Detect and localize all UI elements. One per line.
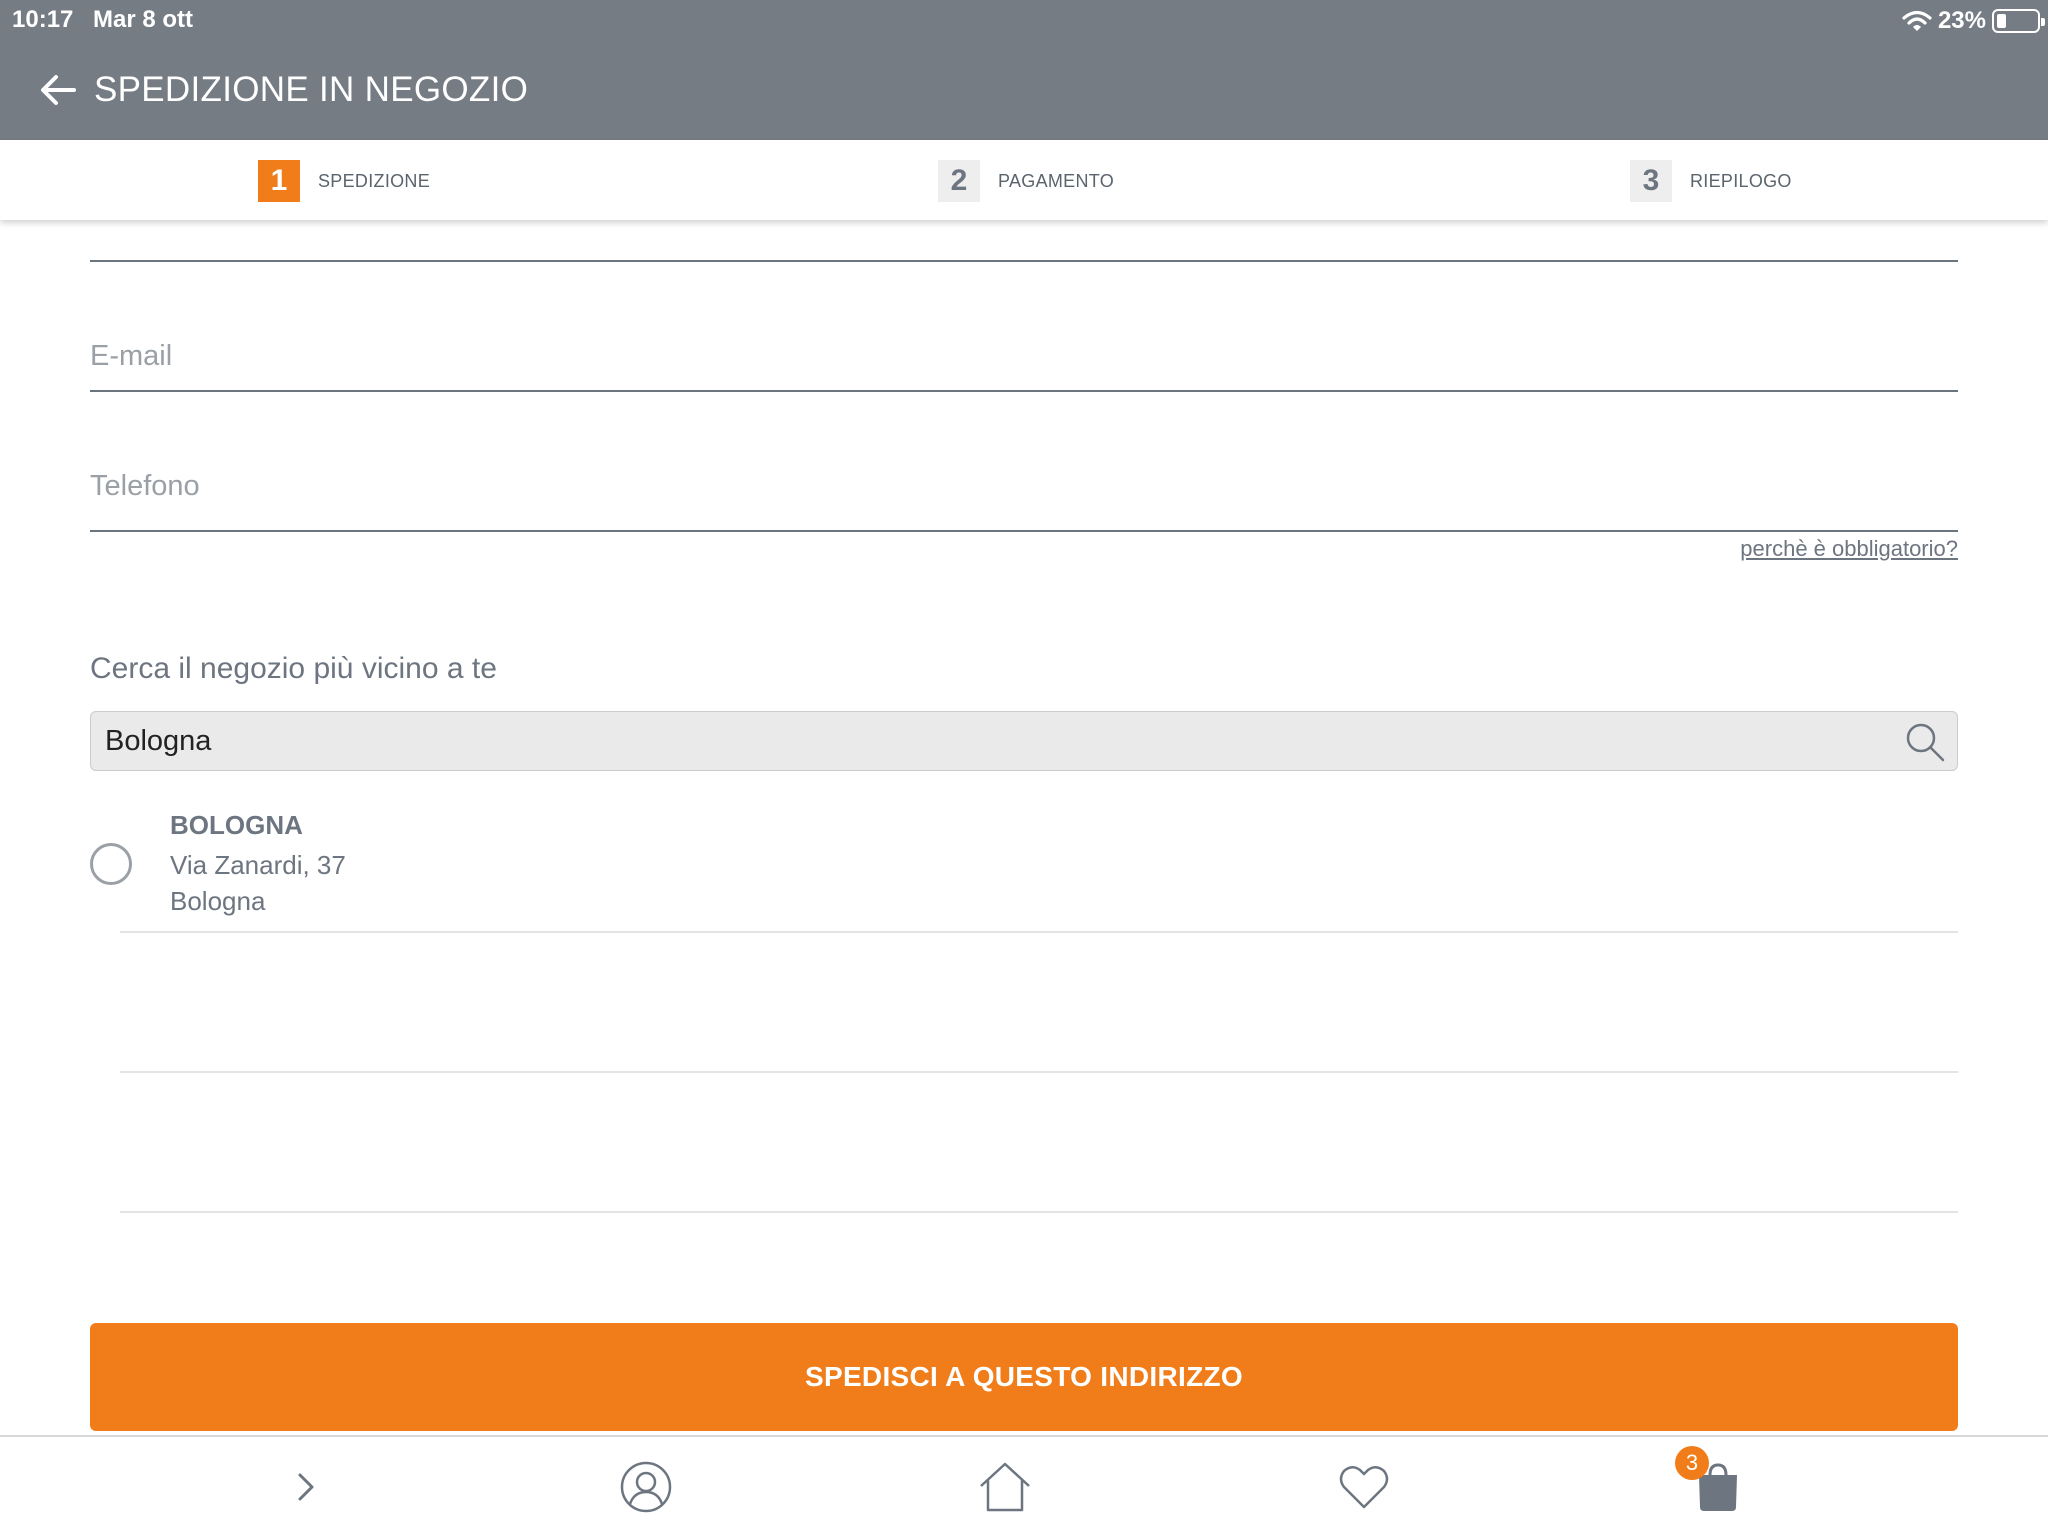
email-field[interactable]: E-mail bbox=[90, 310, 1958, 392]
step-number: 2 bbox=[938, 160, 980, 202]
why-required-link[interactable]: perchè è obbligatorio? bbox=[1740, 536, 1958, 562]
step-shipping[interactable]: 1 SPEDIZIONE bbox=[258, 160, 430, 202]
back-button[interactable] bbox=[36, 68, 80, 112]
store-name: BOLOGNA bbox=[170, 810, 303, 840]
store-address: Via Zanardi, 37 bbox=[170, 850, 346, 880]
home-icon bbox=[980, 1462, 1030, 1511]
wifi-icon bbox=[1902, 10, 1932, 31]
checkout-steps: 1 SPEDIZIONE 2 PAGAMENTO 3 RIEPILOGO bbox=[0, 140, 2048, 220]
previous-field[interactable] bbox=[90, 220, 1958, 262]
heart-icon bbox=[1339, 1465, 1389, 1508]
tab-menu[interactable] bbox=[260, 1437, 350, 1536]
cart-badge: 3 bbox=[1675, 1446, 1709, 1480]
account-icon bbox=[620, 1461, 672, 1512]
email-placeholder: E-mail bbox=[90, 340, 173, 372]
status-date: Mar 8 ott bbox=[93, 6, 194, 33]
step-summary[interactable]: 3 RIEPILOGO bbox=[1630, 160, 1792, 202]
chevron-right-icon bbox=[298, 1473, 314, 1500]
ship-to-address-button[interactable]: SPEDISCI A QUESTO INDIRIZZO bbox=[90, 1323, 1958, 1431]
checkout-form: E-mail Telefono perchè è obbligatorio? C… bbox=[0, 220, 2048, 1435]
list-divider bbox=[120, 1211, 1958, 1213]
step-number: 3 bbox=[1630, 160, 1672, 202]
phone-placeholder: Telefono bbox=[90, 470, 200, 502]
list-divider bbox=[120, 931, 1958, 933]
step-label: PAGAMENTO bbox=[998, 170, 1115, 191]
store-city: Bologna bbox=[170, 886, 266, 916]
status-indicators: 23% bbox=[1902, 6, 2045, 36]
store-search-title: Cerca il negozio più vicino a te bbox=[90, 652, 497, 685]
store-search-box bbox=[90, 711, 1958, 771]
tab-wishlist[interactable] bbox=[1319, 1437, 1409, 1536]
list-divider bbox=[120, 1071, 1958, 1073]
battery-icon bbox=[1992, 9, 2045, 33]
status-time: 10:17 bbox=[12, 6, 74, 33]
step-label: RIEPILOGO bbox=[1690, 170, 1792, 191]
search-button[interactable] bbox=[1903, 720, 1947, 764]
search-icon bbox=[1906, 723, 1945, 762]
step-label: SPEDIZIONE bbox=[318, 170, 431, 191]
store-radio[interactable] bbox=[90, 843, 132, 885]
app-header: 10:17 Mar 8 ott 23% SPEDIZIONE IN NEGOZI… bbox=[0, 0, 2048, 140]
phone-field[interactable]: Telefono bbox=[90, 420, 1958, 532]
store-option[interactable]: BOLOGNA Via Zanardi, 37 Bologna bbox=[90, 802, 1958, 934]
bottom-tab-bar: 3 bbox=[0, 1435, 2048, 1536]
battery-percentage: 23% bbox=[1937, 7, 1986, 34]
page-title: SPEDIZIONE IN NEGOZIO bbox=[94, 70, 529, 109]
store-search-input[interactable] bbox=[105, 712, 1885, 770]
tab-account[interactable] bbox=[601, 1437, 691, 1536]
step-payment[interactable]: 2 PAGAMENTO bbox=[938, 160, 1114, 202]
step-number: 1 bbox=[258, 160, 300, 202]
arrow-left-icon bbox=[41, 75, 76, 105]
tab-home[interactable] bbox=[960, 1437, 1050, 1536]
